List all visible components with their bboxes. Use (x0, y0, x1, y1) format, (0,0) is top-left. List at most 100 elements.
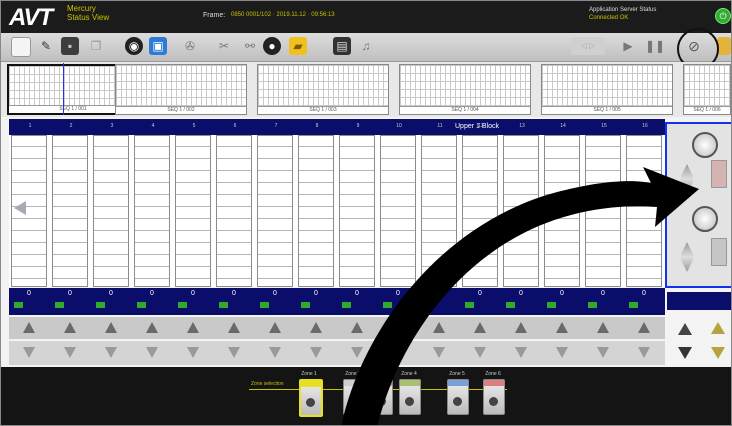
channel-column[interactable]: 11 (421, 123, 457, 287)
channel-column[interactable]: 6 (216, 123, 252, 287)
camera-icon[interactable]: ▣ (149, 37, 167, 55)
decrease-arrow-icon[interactable] (351, 347, 363, 358)
speaker-icon (453, 397, 462, 406)
new-document-icon[interactable] (11, 37, 31, 57)
decrease-arrow-icon[interactable] (556, 347, 568, 358)
disc-icon[interactable]: ◉ (125, 37, 143, 55)
scroll-left-arrow-icon[interactable] (14, 201, 26, 215)
playhead[interactable] (63, 63, 64, 115)
decrease-arrow-icon[interactable] (638, 347, 650, 358)
avt-logo: AVT (9, 4, 53, 31)
master-decrease-icon[interactable] (678, 347, 692, 359)
zone-card[interactable] (483, 379, 505, 415)
scissors-icon[interactable]: ✂ (215, 37, 233, 55)
channel-column[interactable]: 15 (585, 123, 621, 287)
control-side-panel (665, 122, 731, 288)
status-led-icon (506, 302, 515, 308)
zone-card[interactable] (371, 379, 393, 415)
channel-column[interactable]: 2 (52, 123, 88, 287)
increase-arrow-icon[interactable] (597, 322, 609, 333)
zone-card[interactable] (447, 379, 469, 415)
decrease-arrow-icon[interactable] (515, 347, 527, 358)
decrease-arrow-icon[interactable] (310, 347, 322, 358)
status-led-icon (178, 302, 187, 308)
increase-arrow-icon[interactable] (392, 322, 404, 333)
edit-icon[interactable]: ✎ (37, 37, 55, 55)
dock-label: Zone selection (251, 381, 284, 387)
decrease-arrow-icon[interactable] (392, 347, 404, 358)
decrease-arrow-icon[interactable] (105, 347, 117, 358)
zone-card[interactable] (399, 379, 421, 415)
channel-column[interactable]: 5 (175, 123, 211, 287)
channel-column[interactable]: 8 (298, 123, 334, 287)
channel-column[interactable]: 4 (134, 123, 170, 287)
zone-card[interactable] (299, 379, 323, 417)
folder-icon[interactable]: ▰ (289, 37, 307, 55)
decrease-arrow-icon[interactable] (269, 347, 281, 358)
frame-thumb[interactable]: SEQ 1 / 002 (115, 64, 247, 115)
copy-icon[interactable]: ❐ (87, 37, 105, 55)
status-led-icon (629, 302, 638, 308)
increase-arrow-icon[interactable] (228, 322, 240, 333)
vertical-slider[interactable] (681, 242, 693, 272)
decrease-arrow-icon[interactable] (474, 347, 486, 358)
dial-knob-icon[interactable] (692, 206, 718, 232)
channel-column[interactable]: 9 (339, 123, 375, 287)
increase-arrow-icon[interactable] (515, 322, 527, 333)
decrease-arrow-icon[interactable] (187, 347, 199, 358)
power-icon[interactable]: ⏻ (715, 8, 731, 24)
increase-arrow-icon[interactable] (638, 322, 650, 333)
record-icon[interactable]: ● (263, 37, 281, 55)
frame-thumb[interactable]: SEQ 1 / 004 (399, 64, 531, 115)
channel-value: 0 (503, 290, 539, 313)
decrease-arrow-icon[interactable] (433, 347, 445, 358)
dial-knob-icon[interactable] (692, 132, 718, 158)
frame-thumb[interactable]: SEQ 1 / 006 (683, 64, 731, 115)
channel-value: 0 (257, 290, 293, 313)
save-icon[interactable]: ▪ (61, 37, 79, 55)
increase-arrow-icon[interactable] (556, 322, 568, 333)
zone-card[interactable] (343, 379, 365, 415)
vertical-slider[interactable] (681, 164, 693, 194)
decrease-arrow-icon[interactable] (64, 347, 76, 358)
music-icon[interactable]: ♫ (357, 37, 375, 55)
channel-column[interactable]: 7 (257, 123, 293, 287)
increase-arrow-icon[interactable] (23, 322, 35, 333)
increase-arrow-icon[interactable] (64, 322, 76, 333)
increase-arrow-icon[interactable] (187, 322, 199, 333)
increase-arrow-icon[interactable] (310, 322, 322, 333)
app-title: Mercury Status View (67, 4, 110, 22)
frame-thumb[interactable]: SEQ 1 / 003 (257, 64, 389, 115)
channel-column[interactable]: 10 (380, 123, 416, 287)
decrease-arrow-icon[interactable] (23, 347, 35, 358)
sound-icon[interactable]: ◁ ▷ (571, 37, 605, 55)
decrease-row (9, 341, 665, 365)
fast-decrease-icon[interactable] (711, 347, 725, 359)
settings-icon[interactable]: ✇ (181, 37, 199, 55)
fast-increase-icon[interactable] (711, 322, 725, 334)
decrease-arrow-icon[interactable] (146, 347, 158, 358)
status-led-icon (301, 302, 310, 308)
zone-label: Zone 5 (449, 371, 465, 377)
channel-column[interactable]: 13 (503, 123, 539, 287)
increase-arrow-icon[interactable] (433, 322, 445, 333)
chart-icon[interactable]: ▤ (333, 37, 351, 55)
increase-arrow-icon[interactable] (146, 322, 158, 333)
increase-arrow-icon[interactable] (474, 322, 486, 333)
channel-column[interactable]: 14 (544, 123, 580, 287)
decrease-arrow-icon[interactable] (597, 347, 609, 358)
channel-column[interactable]: 12 (462, 123, 498, 287)
frame-thumb[interactable]: SEQ 1 / 005 (541, 64, 673, 115)
increase-arrow-icon[interactable] (269, 322, 281, 333)
channel-column[interactable]: 16 (626, 123, 662, 287)
play-icon[interactable]: ▶ (619, 37, 637, 55)
decrease-arrow-icon[interactable] (228, 347, 240, 358)
channel-column[interactable]: 3 (93, 123, 129, 287)
increase-arrow-icon[interactable] (351, 322, 363, 333)
channel-value: 0 (421, 290, 457, 313)
increase-arrow-icon[interactable] (105, 322, 117, 333)
link-icon[interactable]: ⚯ (241, 37, 259, 55)
lock-icon[interactable] (717, 37, 731, 55)
pause-icon[interactable]: ❚❚ (645, 37, 665, 55)
master-increase-icon[interactable] (678, 323, 692, 335)
